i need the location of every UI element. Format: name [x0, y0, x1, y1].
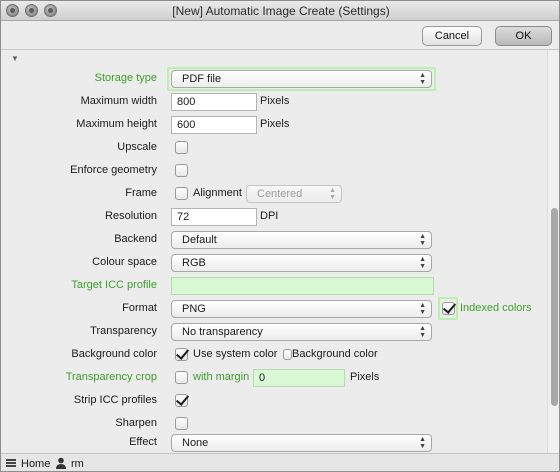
- frame-label: Frame: [125, 187, 157, 199]
- transparency-crop-label: Transparency crop: [65, 371, 157, 383]
- transparency-crop-checkbox[interactable]: [175, 371, 188, 384]
- background-color-option-label: Background color: [292, 348, 378, 360]
- resolution-unit: DPI: [260, 210, 279, 222]
- format-select[interactable]: PNG ▲ ▼: [171, 300, 432, 318]
- transparency-select[interactable]: No transparency ▲ ▼: [171, 323, 432, 341]
- home-label[interactable]: Home: [21, 458, 50, 470]
- alignment-value: Centered: [257, 188, 303, 200]
- backend-select[interactable]: Default ▲ ▼: [171, 231, 432, 249]
- resolution-input[interactable]: 72: [171, 208, 257, 226]
- row-upscale: Upscale: [1, 138, 547, 158]
- effect-select[interactable]: None ▲ ▼: [171, 434, 432, 452]
- stepper-arrows-icon: ▲ ▼: [419, 325, 426, 339]
- max-height-input[interactable]: 600: [171, 116, 257, 134]
- strip-icc-label: Strip ICC profiles: [73, 394, 157, 406]
- row-target-icc: Target ICC profile: [1, 276, 547, 296]
- settings-form: ▼ Storage type PDF file ▲ ▼ Maximum width…: [1, 50, 547, 453]
- home-icon[interactable]: [5, 457, 17, 469]
- status-bar: Home rm: [1, 453, 559, 471]
- upscale-checkbox[interactable]: [175, 141, 188, 154]
- target-icc-label: Target ICC profile: [71, 279, 157, 291]
- max-height-unit: Pixels: [260, 118, 290, 130]
- row-frame: Frame Alignment Centered ▲ ▼: [1, 184, 547, 204]
- row-storage-type: Storage type PDF file ▲ ▼: [1, 67, 547, 91]
- zoom-window-button[interactable]: [44, 4, 57, 17]
- transparency-label: Transparency: [90, 325, 157, 337]
- settings-window: [New] Automatic Image Create (Settings) …: [0, 0, 560, 472]
- resolution-label: Resolution: [105, 210, 157, 222]
- use-system-color-checkbox[interactable]: [175, 348, 188, 361]
- storage-type-value: PDF file: [182, 73, 222, 85]
- row-max-height: Maximum height 600 Pixels: [1, 115, 547, 135]
- max-height-label: Maximum height: [76, 118, 157, 130]
- vertical-scrollbar[interactable]: [547, 50, 559, 453]
- row-background-color: Background color Use system color Backgr…: [1, 345, 547, 365]
- stepper-arrows-icon: ▲ ▼: [329, 187, 336, 201]
- with-margin-label: with margin: [193, 371, 250, 383]
- enforce-geometry-label: Enforce geometry: [70, 164, 157, 176]
- scrollbar-thumb[interactable]: [551, 208, 558, 406]
- effect-label: Effect: [129, 436, 157, 448]
- max-width-label: Maximum width: [80, 95, 157, 107]
- effect-value: None: [182, 437, 209, 449]
- cancel-button[interactable]: Cancel: [422, 26, 482, 46]
- colour-space-value: RGB: [182, 257, 206, 269]
- margin-input[interactable]: 0: [253, 369, 345, 387]
- row-format: Format PNG ▲ ▼ Indexed colors: [1, 297, 547, 320]
- alignment-select[interactable]: Centered ▲ ▼: [246, 185, 342, 203]
- background-color-checkbox[interactable]: [283, 349, 292, 360]
- transparency-value: No transparency: [182, 326, 263, 338]
- margin-unit: Pixels: [350, 371, 380, 383]
- storage-type-select[interactable]: PDF file ▲ ▼: [171, 70, 432, 88]
- upscale-label: Upscale: [117, 141, 157, 153]
- stepper-arrows-icon: ▲ ▼: [419, 72, 426, 86]
- user-label: rm: [71, 458, 84, 470]
- stepper-arrows-icon: ▲ ▼: [419, 233, 426, 247]
- close-window-button[interactable]: [6, 4, 19, 17]
- indexed-colors-label: Indexed colors: [460, 302, 532, 314]
- row-transparency: Transparency No transparency ▲ ▼: [1, 322, 547, 342]
- minimize-window-button[interactable]: [25, 4, 38, 17]
- backend-value: Default: [182, 234, 217, 246]
- indexed-colors-checkbox[interactable]: [442, 302, 455, 315]
- title-bar: [New] Automatic Image Create (Settings): [1, 1, 559, 21]
- row-resolution: Resolution 72 DPI: [1, 207, 547, 227]
- stepper-arrows-icon: ▲ ▼: [419, 436, 426, 450]
- background-color-label: Background color: [71, 348, 157, 360]
- enforce-geometry-checkbox[interactable]: [175, 164, 188, 177]
- format-label: Format: [122, 302, 157, 314]
- colour-space-label: Colour space: [92, 256, 157, 268]
- strip-icc-checkbox[interactable]: [175, 394, 188, 407]
- storage-type-label: Storage type: [94, 72, 157, 84]
- stepper-arrows-icon: ▲ ▼: [419, 302, 426, 316]
- target-icc-input[interactable]: [171, 277, 434, 295]
- row-max-width: Maximum width 800 Pixels: [1, 92, 547, 112]
- format-value: PNG: [182, 303, 206, 315]
- row-transparency-crop: Transparency crop with margin 0 Pixels: [1, 368, 547, 388]
- frame-checkbox[interactable]: [175, 187, 188, 200]
- row-backend: Backend Default ▲ ▼: [1, 230, 547, 250]
- max-width-unit: Pixels: [260, 95, 290, 107]
- row-strip-icc: Strip ICC profiles: [1, 391, 547, 411]
- user-icon: [56, 457, 66, 469]
- row-enforce-geometry: Enforce geometry: [1, 161, 547, 181]
- backend-label: Backend: [114, 233, 157, 245]
- collapse-arrow-icon[interactable]: ▼: [11, 54, 19, 63]
- row-effect: Effect None ▲ ▼: [1, 426, 547, 452]
- window-title: [New] Automatic Image Create (Settings): [172, 4, 390, 18]
- stepper-arrows-icon: ▲ ▼: [419, 256, 426, 270]
- ok-button[interactable]: OK: [495, 26, 552, 46]
- max-width-input[interactable]: 800: [171, 93, 257, 111]
- dialog-toolbar: Cancel OK: [1, 22, 559, 49]
- colour-space-select[interactable]: RGB ▲ ▼: [171, 254, 432, 272]
- use-system-color-label: Use system color: [193, 348, 278, 360]
- row-colour-space: Colour space RGB ▲ ▼: [1, 253, 547, 273]
- alignment-label: Alignment: [193, 187, 242, 199]
